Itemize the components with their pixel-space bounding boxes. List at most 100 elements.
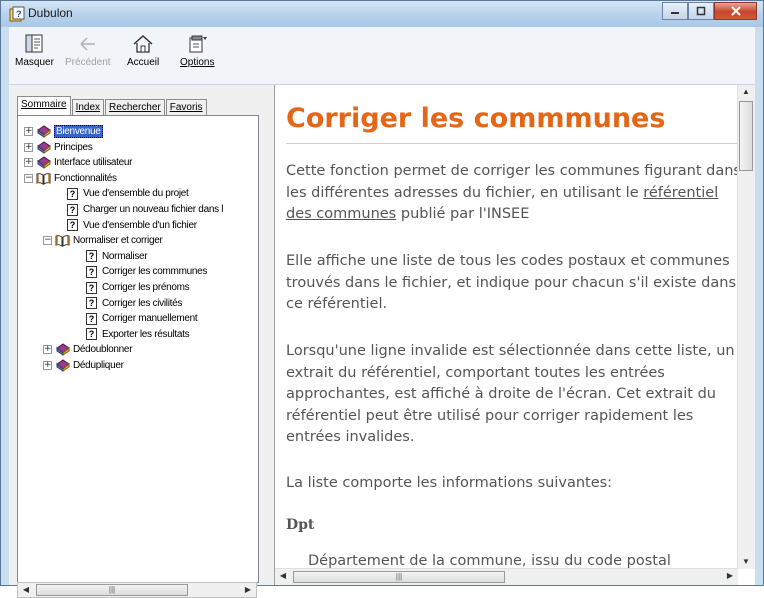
paragraph-invalid-line: Lorsqu'une ligne invalide est sélectionn… [286, 343, 735, 445]
tree-item[interactable]: − Fonctionnalités [24, 171, 117, 186]
topic-scroll-left-icon[interactable]: ◀ [275, 569, 291, 583]
tree-item[interactable]: + Principes [24, 140, 93, 155]
topic-vertical-scrollbar[interactable]: ▲ ▼ [737, 85, 755, 569]
home-icon [133, 34, 153, 53]
home-button[interactable]: Accueil [127, 33, 159, 68]
close-icon [730, 6, 741, 16]
pane-splitter[interactable] [264, 85, 274, 585]
options-label: Options [180, 57, 215, 68]
scroll-right-icon[interactable]: ▶ [240, 583, 256, 597]
back-arrow-icon [80, 37, 95, 51]
hide-pane-icon [25, 34, 43, 53]
tree-item[interactable]: ? Charger un nouveau fichier dans l [65, 202, 224, 217]
paragraph-list-description: Elle affiche une liste de tous les codes… [286, 253, 737, 312]
tab-favorites[interactable]: Favoris [165, 99, 207, 115]
content-area: Sommaire Index Rechercher Favoris + Bienv… [9, 85, 755, 598]
help-page-icon: ? [84, 312, 99, 326]
scroll-left-icon[interactable]: ◀ [18, 583, 34, 597]
help-page-icon: ? [84, 296, 99, 310]
help-app-icon: ? [9, 6, 25, 22]
hide-button[interactable]: Masquer [15, 33, 54, 68]
nav-tabs: Sommaire Index Rechercher Favoris [17, 96, 208, 115]
tree-item[interactable]: + Interface utilisateur [24, 155, 133, 170]
tree-item-label: Dédoublonner [73, 344, 133, 356]
book-icon [36, 156, 51, 170]
tree-item[interactable]: + Dédupliquer [43, 358, 124, 373]
expand-icon[interactable]: + [24, 142, 33, 152]
topic-scroll-thumb[interactable]: ||| [293, 571, 505, 583]
maximize-icon [696, 6, 706, 16]
contents-tree[interactable]: + Bienvenue + Principes + Interface utilisate… [17, 115, 259, 583]
help-window: ? Dubulon Masquer Précédent Accueil Opti… [0, 0, 764, 598]
topic-pane: Corriger les commmunes Cette fonction pe… [274, 85, 755, 585]
collapse-icon[interactable]: − [24, 173, 33, 183]
close-button[interactable] [714, 2, 757, 20]
open-book-icon [55, 234, 70, 248]
book-icon [36, 125, 51, 139]
topic-horizontal-scrollbar[interactable]: ◀ ||| ▶ [275, 568, 738, 585]
tree-item[interactable]: − Normaliser et corriger [43, 233, 163, 248]
tree-item-label: Exporter les résultats [102, 328, 190, 340]
tree-item-label: Interface utilisateur [54, 157, 133, 169]
tree-item[interactable]: ? Vue d'ensemble d'un fichier [65, 218, 197, 233]
window-title: Dubulon [28, 6, 73, 20]
tree-item[interactable]: ? Corriger les commmunes [84, 264, 207, 279]
tree-item-label: Vue d'ensemble du projet [83, 188, 189, 200]
tree-item[interactable]: ? Corriger les civilités [84, 296, 182, 311]
book-icon [55, 343, 70, 357]
tree-item-label: Normaliser [102, 250, 148, 262]
tab-search-label: Rechercher [109, 102, 161, 113]
tree-item-label: Principes [54, 141, 93, 153]
tree-item-label: Normaliser et corriger [73, 235, 163, 247]
help-page-icon: ? [65, 218, 80, 232]
back-button[interactable]: Précédent [65, 33, 111, 68]
maximize-button[interactable] [688, 2, 714, 20]
topic-scroll-right-icon[interactable]: ▶ [722, 569, 738, 583]
paragraph-info-intro: La liste comporte les informations suiva… [286, 475, 613, 491]
tree-item[interactable]: ? Vue d'ensemble du projet [65, 186, 189, 201]
minimize-icon [671, 12, 679, 14]
tab-search[interactable]: Rechercher [105, 99, 165, 115]
title-divider [286, 143, 742, 144]
help-page-icon: ? [84, 265, 99, 279]
title-bar[interactable]: ? Dubulon [1, 1, 763, 27]
tree-item[interactable]: ? Exporter les résultats [84, 327, 190, 342]
expand-icon[interactable]: + [24, 127, 33, 136]
expand-icon[interactable]: + [43, 345, 52, 355]
tab-index[interactable]: Index [71, 99, 105, 115]
tree-item-label: Fonctionnalités [54, 172, 117, 184]
tree-item[interactable]: ? Corriger les prénoms [84, 280, 190, 295]
tree-horizontal-scrollbar[interactable]: ◀ ||| ▶ [17, 582, 257, 598]
book-icon [36, 140, 51, 154]
svg-text:?: ? [16, 9, 22, 19]
help-page-icon: ? [84, 249, 99, 263]
navigation-pane: Sommaire Index Rechercher Favoris + Bienv… [9, 85, 264, 598]
scroll-down-icon[interactable]: ▼ [738, 555, 754, 569]
toolbar: Masquer Précédent Accueil Options [9, 27, 755, 85]
help-page-icon: ? [65, 187, 80, 201]
help-page-icon: ? [65, 203, 80, 217]
expand-icon[interactable]: + [43, 361, 52, 370]
options-button[interactable]: Options [180, 33, 214, 68]
tree-item[interactable]: ? Corriger manuellement [84, 311, 198, 326]
tree-item-label: Corriger les civilités [102, 297, 183, 309]
tree-item-label: Corriger les commmunes [102, 266, 208, 278]
tab-contents[interactable]: Sommaire [17, 96, 71, 115]
tree-item-label: Dédupliquer [73, 360, 124, 371]
book-icon [55, 359, 70, 373]
scroll-up-icon[interactable]: ▲ [738, 85, 754, 99]
hide-label: Masquer [15, 57, 54, 68]
vertical-scroll-thumb[interactable] [739, 101, 753, 171]
topic-title: Corriger les commmunes [286, 103, 666, 134]
tree-item-label: Charger un nouveau fichier dans l [83, 204, 224, 215]
tree-item-label: Corriger manuellement [102, 313, 198, 325]
tree-item[interactable]: + Dédoublonner [43, 342, 133, 357]
collapse-icon[interactable]: − [43, 236, 52, 246]
help-page-icon: ? [84, 327, 99, 341]
expand-icon[interactable]: + [24, 158, 33, 168]
options-icon [189, 35, 208, 53]
tab-contents-label: Sommaire [21, 99, 67, 110]
tree-item[interactable]: + Bienvenue [24, 124, 103, 139]
tree-item[interactable]: ? Normaliser [84, 249, 148, 264]
minimize-button[interactable] [662, 2, 688, 20]
